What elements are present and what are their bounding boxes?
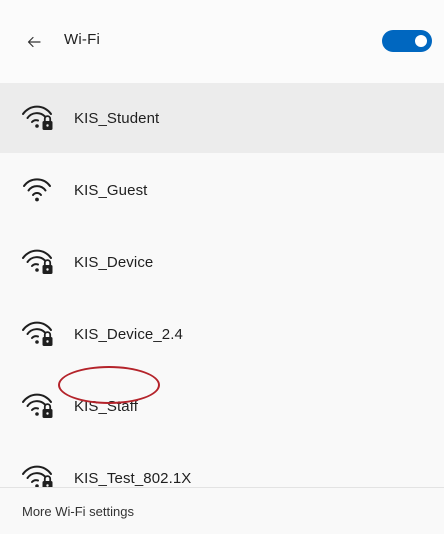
arrow-left-icon [27, 36, 41, 48]
annotation-circle [58, 366, 160, 404]
network-name: KIS_Device [74, 253, 154, 271]
wifi-toggle[interactable] [382, 30, 432, 52]
wifi-open-icon [23, 178, 51, 202]
network-item-kis-device-2-4[interactable]: KIS_Device_2.4 [0, 299, 444, 369]
wifi-quick-settings-panel: Wi-Fi KIS_Student KIS_Guest KIS_Device K… [0, 0, 444, 534]
wifi-secured-icon [22, 393, 53, 418]
wifi-footer: More Wi-Fi settings [0, 487, 444, 534]
network-name: KIS_Test_802.1X [74, 469, 192, 487]
network-name: KIS_Student [74, 109, 160, 127]
network-name: KIS_Device_2.4 [74, 325, 183, 343]
back-button[interactable] [22, 30, 46, 54]
page-title: Wi-Fi [64, 31, 100, 48]
wifi-secured-icon [22, 249, 53, 274]
network-item-kis-student[interactable]: KIS_Student [0, 83, 444, 153]
more-wifi-settings-link[interactable]: More Wi-Fi settings [22, 504, 134, 519]
wifi-header: Wi-Fi [0, 0, 444, 83]
network-name: KIS_Guest [74, 181, 148, 199]
toggle-knob [415, 35, 427, 47]
wifi-secured-icon [22, 321, 53, 346]
network-item-kis-guest[interactable]: KIS_Guest [0, 155, 444, 225]
wifi-secured-icon [22, 105, 53, 130]
network-item-kis-device[interactable]: KIS_Device [0, 227, 444, 297]
